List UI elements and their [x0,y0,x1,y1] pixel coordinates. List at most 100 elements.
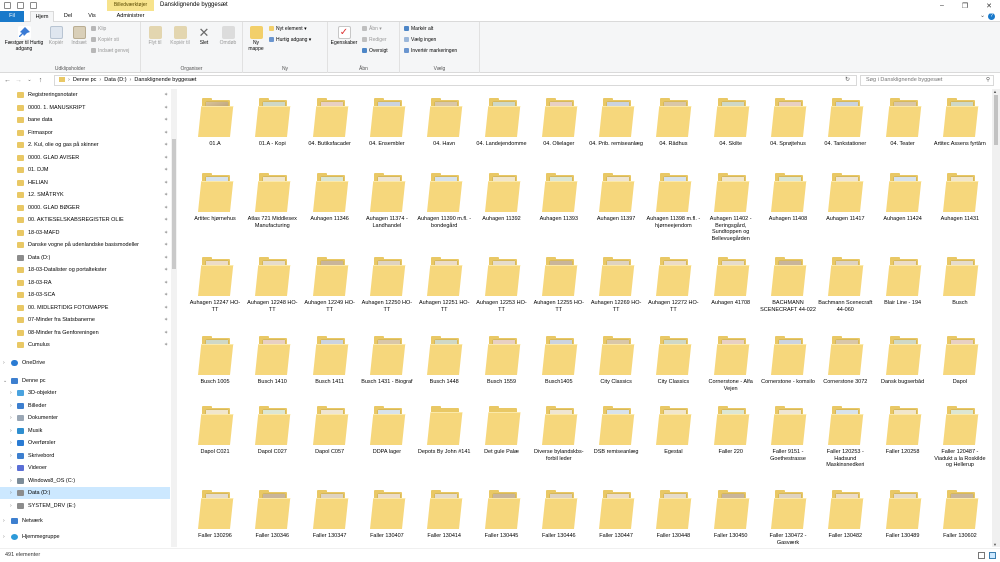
nav-quick-access-item[interactable]: 0000. GLAD AVISER ✶ [0,152,170,164]
folder-item[interactable]: Auhagen 11408 [760,169,816,243]
folder-item[interactable]: Faller 130446 [531,486,587,547]
folder-item[interactable]: DDPA lager [359,402,415,476]
nav-scroll-thumb[interactable] [172,139,176,269]
paste-shortcut-button[interactable]: Indsæt genvej [91,48,129,55]
folder-item[interactable]: Faller 130346 [244,486,300,547]
nav-this-pc-item[interactable]: › Data (D:) [0,487,170,499]
folder-item[interactable]: Dapol [932,332,988,406]
folder-item[interactable]: Auhagen 11417 [817,169,873,243]
folder-item[interactable]: Busch 1448 [416,332,472,406]
folder-item[interactable]: Faller 130447 [588,486,644,547]
folder-item[interactable]: 04. Ensembler [359,94,415,168]
pin-icon[interactable]: ✶ [164,252,168,264]
scroll-down-icon[interactable]: ▼ [993,542,997,547]
folder-item[interactable]: Atlas 721 Middlesex Manufacturing [244,169,300,243]
folder-item[interactable]: Auhagen 12250 HO-TT [359,253,415,327]
folder-item[interactable]: Auhagen 11392 [474,169,530,243]
pin-icon[interactable]: ✶ [164,289,168,301]
tab-file[interactable]: Fil [0,11,24,22]
folder-item[interactable]: Faller 130414 [416,486,472,547]
pin-icon[interactable]: ✶ [164,239,168,251]
expand-icon[interactable]: › [10,462,12,474]
folder-item[interactable]: Dansk bugserbåd [875,332,931,406]
folder-item[interactable]: Busch 1431 - Biograf [359,332,415,406]
up-icon[interactable]: ↑ [36,76,45,85]
folder-item[interactable]: Auhagen 12251 HO-TT [416,253,472,327]
folder-item[interactable]: Faller 130445 [474,486,530,547]
select-none-button[interactable]: Vælg ingen [404,37,436,44]
folder-item[interactable]: 04. Teater [875,94,931,168]
collapse-icon[interactable]: ⌄ [3,375,7,387]
pin-icon[interactable]: ✶ [164,314,168,326]
expand-icon[interactable]: › [3,515,5,527]
nav-this-pc-item[interactable]: › 3D-objekter [0,387,170,399]
content-scrollbar[interactable]: ▲ ▼ [992,89,1000,547]
nav-quick-access-item[interactable]: Cumulus ✶ [0,339,170,351]
folder-item[interactable]: Det gule Palæ [474,402,530,476]
pin-icon[interactable]: ✶ [164,227,168,239]
help-icon[interactable]: ? [988,13,995,20]
paste-button[interactable]: Indsæt [68,26,90,46]
folder-item[interactable]: 01.A [187,94,243,168]
folder-item[interactable]: Auhagen 12247 HO-TT [187,253,243,327]
pin-icon[interactable]: ✶ [164,102,168,114]
folder-item[interactable]: Auhagen 11397 [588,169,644,243]
folder-item[interactable]: Auhagen 11431 [932,169,988,243]
tab-share[interactable]: Del [58,11,78,22]
folder-item[interactable]: Faller 130407 [359,486,415,547]
nav-this-pc-item[interactable]: › Dokumenter [0,412,170,424]
pin-icon[interactable]: ✶ [164,127,168,139]
expand-icon[interactable]: › [10,487,12,499]
folder-item[interactable]: Auhagen 12272 HO-TT [645,253,701,327]
nav-quick-access-item[interactable]: 18-03-RA ✶ [0,277,170,289]
rename-button[interactable]: Omdøb [216,26,240,46]
folder-item[interactable]: Auhagen 41708 [703,253,759,327]
folder-item[interactable]: Faller 120253 - Hadsund Maskinsnedkeri [817,402,873,476]
folder-item[interactable]: Busch [932,253,988,327]
folder-icon[interactable] [4,2,11,9]
folder-item[interactable]: 04. Landejendomme [474,94,530,168]
folder-item[interactable]: Auhagen 12248 HO-TT [244,253,300,327]
nav-quick-access-item[interactable]: bane data ✶ [0,114,170,126]
expand-icon[interactable]: › [10,400,12,412]
nav-quick-access-item[interactable]: 00. MIDLERTIDIG FOTOMAPPE ✶ [0,302,170,314]
pin-icon[interactable]: ✶ [164,302,168,314]
folder-item[interactable]: 04. Skilte [703,94,759,168]
folder-item[interactable]: 04. Sprøjtehus [760,94,816,168]
nav-quick-access-item[interactable]: 00. AKTIESELSKABSREGISTER OLIE ✶ [0,214,170,226]
expand-icon[interactable]: › [10,412,12,424]
nav-quick-access-item[interactable]: Danske vogne på udenlandske basismodelle… [0,239,170,251]
details-view-icon[interactable] [978,552,985,559]
folder-item[interactable]: 04. Butiksfacader [302,94,358,168]
nav-this-pc-item[interactable]: › Videoer [0,462,170,474]
folder-item[interactable]: BACHMANN SCENECRAFT 44-022 [760,253,816,327]
nav-quick-access-item[interactable]: Firmaspor ✶ [0,127,170,139]
properties-button[interactable]: ✓ Egenskaber [329,26,359,46]
search-input[interactable]: Søg i Dansklignende byggesæt ⚲ [860,75,994,86]
folder-item[interactable]: 04. Prib. remiseanlæg [588,94,644,168]
pin-icon[interactable]: ✶ [164,114,168,126]
nav-onedrive[interactable]: › OneDrive [0,357,170,369]
folder-item[interactable]: 04. Rådhus [645,94,701,168]
folder-item[interactable]: Dapol C057 [302,402,358,476]
properties-icon[interactable] [17,2,24,9]
forward-icon[interactable]: → [14,76,23,85]
nav-this-pc[interactable]: ⌄ Denne pc [0,375,170,387]
nav-this-pc-item[interactable]: › Overførsler [0,437,170,449]
pin-icon[interactable]: ✶ [164,164,168,176]
pin-icon[interactable]: ✶ [164,89,168,101]
delete-button[interactable]: ✕ Slet [194,26,214,46]
invert-selection-button[interactable]: Invertér markeringen [404,48,457,55]
folder-item[interactable]: Faller 130472 - Gasværk [760,486,816,547]
folder-item[interactable]: Bachmann Scenecraft 44-060 [817,253,873,327]
folder-item[interactable]: Auhagen 12253 HO-TT [474,253,530,327]
folder-item[interactable]: Cornerstone - Alfa Vejen [703,332,759,406]
folder-item[interactable]: 04. Tankstationer [817,94,873,168]
large-icons-view-icon[interactable] [989,552,996,559]
history-button[interactable]: Oversigt [362,48,388,55]
pin-quick-access-button[interactable]: Fæstgør til Hurtig adgang [2,26,46,52]
easy-access-button[interactable]: Hurtig adgang ▾ [269,37,311,44]
nav-scrollbar[interactable] [171,89,177,547]
folder-item[interactable]: Dapol C021 [187,402,243,476]
folder-item[interactable]: Cornerstone 3072 [817,332,873,406]
